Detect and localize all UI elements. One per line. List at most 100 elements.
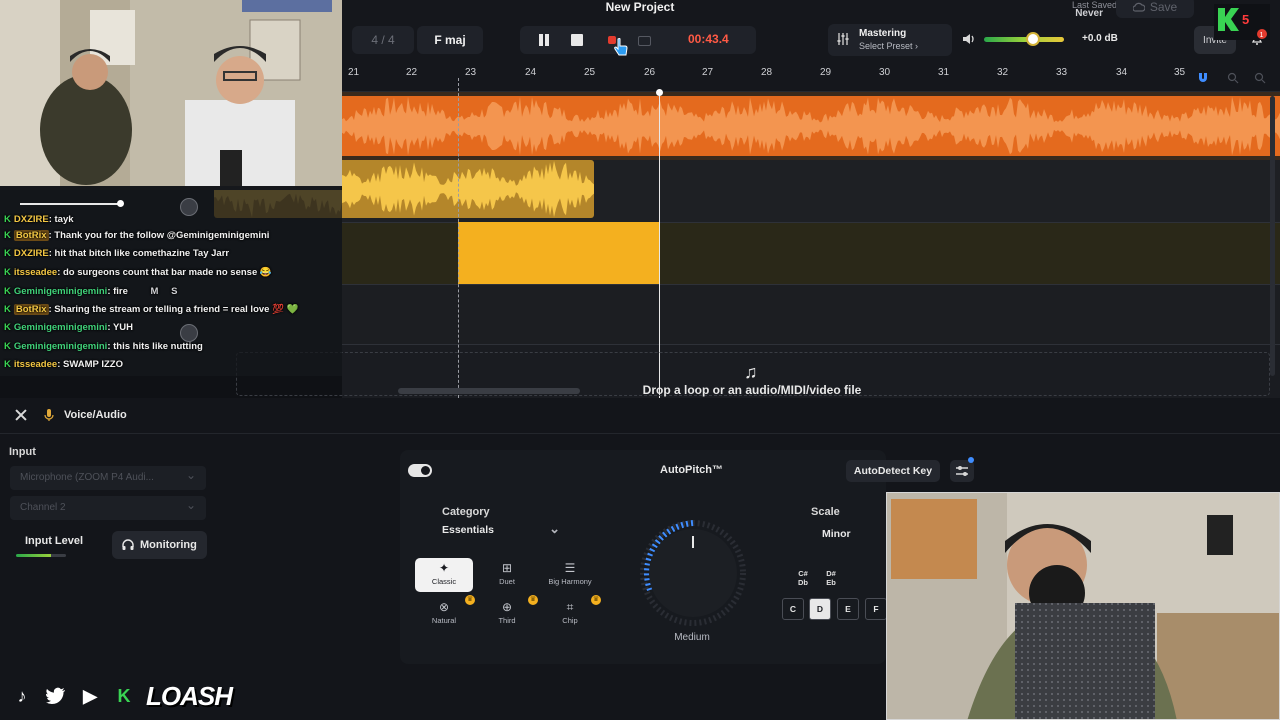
top-bar: New Project 4 / 4 F maj 00:43.4 Masterin… bbox=[342, 0, 1280, 64]
close-icon[interactable] bbox=[14, 408, 28, 422]
loop-marker bbox=[458, 78, 459, 398]
chat-message: K Geminigeminigemini: YUH bbox=[4, 322, 134, 333]
webcam-scene-image bbox=[887, 493, 1279, 719]
project-title: New Project bbox=[605, 0, 675, 14]
preset-big-harmony[interactable]: ☰ Big Harmony bbox=[541, 558, 599, 592]
preset-third[interactable]: ⊕ Third bbox=[478, 597, 536, 631]
autodetect-key-button[interactable]: AutoDetect Key bbox=[846, 460, 940, 482]
headphones-icon bbox=[122, 539, 134, 550]
input-channel-select[interactable]: Channel 2 bbox=[10, 496, 206, 520]
ruler-tick: 27 bbox=[702, 67, 714, 78]
track-lane-1[interactable] bbox=[342, 92, 1280, 160]
premium-crown-icon: ♛ bbox=[465, 595, 475, 605]
key-selector[interactable]: F maj bbox=[417, 26, 483, 54]
mastering-preset[interactable]: Select Preset › bbox=[859, 41, 918, 51]
magnet-icon[interactable] bbox=[1197, 72, 1209, 84]
ruler-tick: 21 bbox=[348, 67, 360, 78]
channel-name: LOASH bbox=[146, 680, 233, 711]
sliders-icon bbox=[837, 33, 849, 45]
chip-icon: ⌗ bbox=[566, 600, 574, 614]
monitoring-label: Monitoring bbox=[140, 539, 197, 551]
last-saved-value: Never bbox=[1075, 8, 1103, 19]
knob-value-label: Medium bbox=[674, 632, 710, 643]
input-device-select[interactable]: Microphone (ZOOM P4 Audi... bbox=[10, 466, 206, 490]
scale-label: Scale bbox=[811, 506, 840, 518]
hand-cursor-icon bbox=[614, 38, 628, 56]
ruler-tick: 34 bbox=[1116, 67, 1128, 78]
stream-chat-overlay: K DXZIRE: tayk K BotRix: Thank you for the… bbox=[0, 190, 342, 376]
audio-clip-orange[interactable] bbox=[342, 96, 1280, 156]
mute-button[interactable]: M bbox=[151, 286, 159, 297]
stop-button[interactable] bbox=[569, 32, 585, 48]
ruler-tick: 31 bbox=[938, 67, 950, 78]
settings-sliders-icon[interactable] bbox=[950, 460, 974, 482]
category-label: Category bbox=[442, 506, 490, 518]
microphone-icon bbox=[44, 409, 54, 421]
zoom-in-icon[interactable] bbox=[1227, 72, 1239, 84]
recording-clip[interactable] bbox=[458, 222, 660, 284]
webcam-studio-feed bbox=[0, 0, 342, 190]
sparkle-icon: ✦ bbox=[438, 561, 450, 575]
pitch-strength-knob[interactable] bbox=[632, 512, 754, 634]
horizontal-scrollbar[interactable] bbox=[398, 388, 580, 394]
preset-duet[interactable]: ⊞ Duet bbox=[478, 558, 536, 592]
solo-button[interactable]: S bbox=[171, 286, 177, 297]
twitter-icon bbox=[44, 684, 68, 708]
pan-knob[interactable] bbox=[180, 324, 198, 342]
scale-select[interactable]: Minor bbox=[822, 528, 851, 540]
track-lane-4[interactable] bbox=[342, 284, 1280, 344]
note-key-c[interactable]: C bbox=[782, 598, 804, 620]
autopitch-toggle[interactable] bbox=[408, 464, 432, 477]
category-select[interactable]: Essentials bbox=[442, 521, 572, 544]
preset-chip[interactable]: ⌗ Chip bbox=[541, 597, 599, 631]
loop-button[interactable] bbox=[636, 32, 652, 48]
ruler-tick: 25 bbox=[584, 67, 596, 78]
volume-slider-handle[interactable] bbox=[1026, 32, 1040, 46]
speaker-icon[interactable] bbox=[962, 33, 976, 45]
pan-knob[interactable] bbox=[180, 198, 198, 216]
chat-message: K Geminigeminigemini: this hits like nutt… bbox=[4, 341, 203, 352]
ruler-tick: 24 bbox=[525, 67, 537, 78]
social-links-overlay: ♪ ▶ K LOASH bbox=[10, 680, 234, 711]
preset-classic[interactable]: ✦ Classic bbox=[415, 558, 473, 592]
ruler-tick: 29 bbox=[820, 67, 832, 78]
input-level-meter bbox=[16, 554, 66, 557]
pause-button[interactable] bbox=[536, 32, 552, 48]
note-key-e[interactable]: E bbox=[837, 598, 859, 620]
monitoring-button[interactable]: Monitoring bbox=[112, 531, 207, 559]
chat-message: K DXZIRE: hit that bitch like comethazine… bbox=[4, 248, 230, 259]
vertical-scrollbar[interactable] bbox=[1270, 96, 1275, 376]
sharp-key-dsharp[interactable]: D# Eb bbox=[821, 569, 841, 587]
playhead-handle[interactable] bbox=[656, 89, 663, 96]
save-button[interactable]: Save bbox=[1116, 0, 1194, 18]
editor-track-title: Voice/Audio bbox=[64, 409, 127, 421]
note-key-d[interactable]: D bbox=[809, 598, 831, 620]
chat-message: K BotRix: Thank you for the follow @Gemin… bbox=[4, 230, 270, 241]
natural-icon: ⊗ bbox=[438, 600, 450, 614]
drop-zone-text: Drop a loop or an audio/MIDI/video file bbox=[642, 383, 862, 397]
youtube-icon: ▶ bbox=[83, 685, 97, 706]
time-signature[interactable]: 4 / 4 bbox=[352, 26, 414, 54]
volume-db-readout: +0.0 dB bbox=[1082, 33, 1118, 44]
webcam-scene-image bbox=[0, 0, 342, 190]
svg-text:1: 1 bbox=[1260, 32, 1264, 39]
chat-message: Kitsseadee: do surgeons count that bar m… bbox=[4, 267, 272, 278]
zoom-out-icon[interactable] bbox=[1254, 72, 1266, 84]
harmony-icon: ☰ bbox=[564, 561, 576, 575]
sharp-key-csharp[interactable]: C# Db bbox=[793, 569, 813, 587]
ruler-tick: 33 bbox=[1056, 67, 1068, 78]
chat-message: K BotRix: Sharing the stream or telling a… bbox=[4, 304, 299, 315]
note-key-f[interactable]: F bbox=[865, 598, 887, 620]
master-volume-slider[interactable] bbox=[984, 37, 1064, 42]
kick-logo-badge: 5 1 bbox=[1214, 4, 1270, 40]
mastering-button[interactable]: Mastering Select Preset › bbox=[828, 24, 952, 56]
premium-crown-icon: ♛ bbox=[528, 595, 538, 605]
duet-icon: ⊞ bbox=[501, 561, 513, 575]
ruler-tick: 28 bbox=[761, 67, 773, 78]
preset-natural[interactable]: ⊗ Natural bbox=[415, 597, 473, 631]
timeline-ruler[interactable]: 21 22 23 24 25 26 27 28 29 30 31 32 33 3… bbox=[342, 64, 1280, 92]
tiktok-icon: ♪ bbox=[17, 685, 27, 706]
chat-message: K DXZIRE: tayk bbox=[4, 214, 74, 225]
editor-header: Voice/Audio bbox=[0, 398, 1280, 434]
chat-scroll-handle[interactable] bbox=[117, 200, 124, 207]
